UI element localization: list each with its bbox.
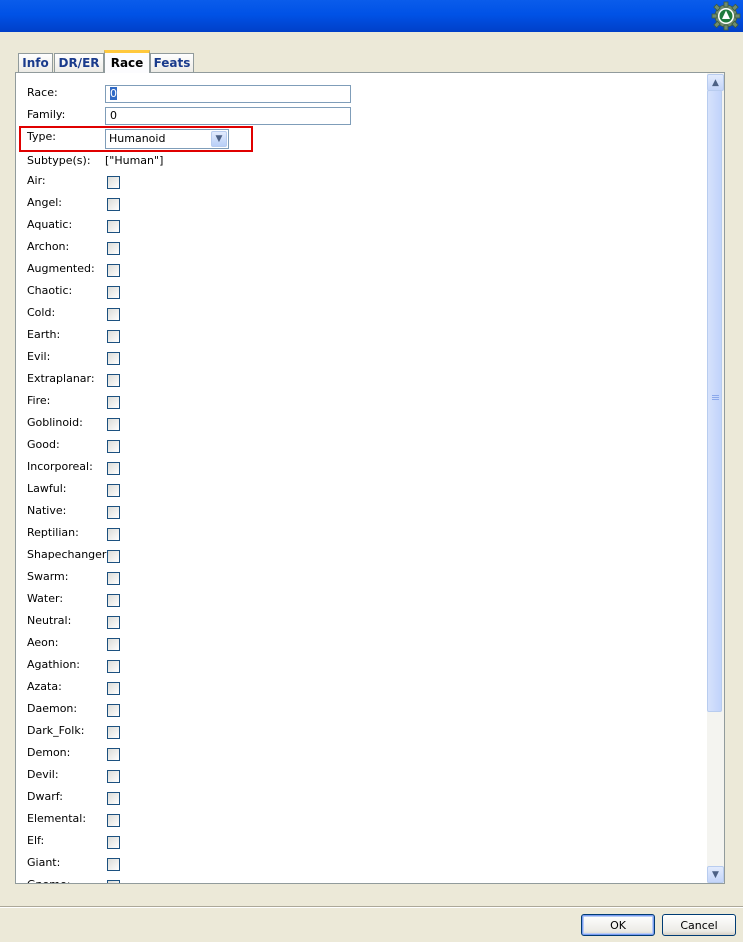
cancel-button[interactable]: Cancel (662, 914, 736, 936)
type-dropdown[interactable]: Humanoid ▼ (105, 129, 229, 149)
subtype-label: Dwarf: (27, 790, 63, 803)
subtype-label: Incorporeal: (27, 460, 93, 473)
chevron-down-icon[interactable]: ▼ (211, 131, 227, 147)
race-label: Race: (27, 86, 58, 99)
subtypes-label: Subtype(s): (27, 154, 91, 167)
subtype-checkbox[interactable] (107, 528, 120, 541)
subtype-label: Daemon: (27, 702, 78, 715)
subtype-checkbox[interactable] (107, 880, 120, 883)
race-panel: Race: 0 Family: 0 Type: Humanoid ▼ Subty… (15, 72, 725, 884)
subtypes-value: ["Human"] (105, 154, 164, 167)
thumb-grip (712, 399, 719, 400)
subtype-checkbox[interactable] (107, 616, 120, 629)
tab-feats[interactable]: Feats (150, 53, 194, 72)
subtype-label: Lawful: (27, 482, 67, 495)
subtype-checkbox[interactable] (107, 550, 120, 563)
arrow-down-icon[interactable]: ▼ (707, 866, 724, 883)
subtype-checkbox[interactable] (107, 418, 120, 431)
subtype-label: Dark_Folk: (27, 724, 85, 737)
subtype-label: Devil: (27, 768, 59, 781)
subtype-checkbox[interactable] (107, 286, 120, 299)
race-field-value: 0 (110, 87, 117, 100)
vertical-scrollbar[interactable]: ▲ ▼ (707, 73, 724, 883)
subtype-checkbox[interactable] (107, 484, 120, 497)
subtype-label: Elf: (27, 834, 45, 847)
subtype-label: Aeon: (27, 636, 59, 649)
subtype-label: Good: (27, 438, 60, 451)
race-field[interactable]: 0 (105, 85, 351, 103)
subtype-checkbox[interactable] (107, 220, 120, 233)
subtype-label: Goblinoid: (27, 416, 83, 429)
subtype-checkbox[interactable] (107, 308, 120, 321)
subtype-label: Aquatic: (27, 218, 73, 231)
type-label: Type: (27, 130, 56, 143)
subtype-checkbox[interactable] (107, 330, 120, 343)
subtype-label: Agathion: (27, 658, 80, 671)
thumb-grip (712, 397, 719, 398)
subtype-label: Gnome: (27, 878, 70, 883)
subtype-checkbox[interactable] (107, 814, 120, 827)
subtype-checkbox[interactable] (107, 176, 120, 189)
subtype-label: Azata: (27, 680, 62, 693)
subtype-label: Chaotic: (27, 284, 73, 297)
subtype-checkbox[interactable] (107, 506, 120, 519)
scrollbar-thumb[interactable] (707, 90, 722, 712)
subtype-label: Water: (27, 592, 64, 605)
subtype-checkbox[interactable] (107, 792, 120, 805)
type-dropdown-value: Humanoid (109, 132, 166, 145)
subtype-label: Angel: (27, 196, 63, 209)
arrow-up-icon[interactable]: ▲ (707, 74, 724, 91)
subtype-label: Earth: (27, 328, 61, 341)
tab-dr-er[interactable]: DR/ER (54, 53, 104, 72)
subtype-checkbox[interactable] (107, 352, 120, 365)
subtype-checkbox[interactable] (107, 858, 120, 871)
subtype-checkbox[interactable] (107, 836, 120, 849)
subtype-checkbox[interactable] (107, 396, 120, 409)
subtype-checkbox[interactable] (107, 374, 120, 387)
subtype-checkbox[interactable] (107, 462, 120, 475)
subtype-checkbox[interactable] (107, 594, 120, 607)
subtype-label: Cold: (27, 306, 56, 319)
subtype-label: Fire: (27, 394, 51, 407)
footer-separator (0, 906, 743, 908)
subtype-checkbox[interactable] (107, 770, 120, 783)
subtype-checkbox[interactable] (107, 264, 120, 277)
subtype-label: Augmented: (27, 262, 95, 275)
family-field[interactable]: 0 (105, 107, 351, 125)
subtype-checkbox[interactable] (107, 638, 120, 651)
subtype-label: Swarm: (27, 570, 69, 583)
subtype-label: Evil: (27, 350, 51, 363)
subtype-checkbox[interactable] (107, 572, 120, 585)
subtype-label: Giant: (27, 856, 61, 869)
subtype-checkbox[interactable] (107, 704, 120, 717)
thumb-grip (712, 395, 719, 396)
tab-info[interactable]: Info (18, 53, 53, 72)
tab-race[interactable]: Race (104, 50, 150, 73)
subtype-label: Reptilian: (27, 526, 79, 539)
subtype-label: Archon: (27, 240, 70, 253)
subtype-checkbox[interactable] (107, 198, 120, 211)
subtype-label: Demon: (27, 746, 71, 759)
window-title-bar (0, 0, 743, 32)
subtype-checkbox[interactable] (107, 242, 120, 255)
subtype-checkbox[interactable] (107, 682, 120, 695)
subtype-label: Extraplanar: (27, 372, 95, 385)
subtype-label: Neutral: (27, 614, 72, 627)
subtype-label: Native: (27, 504, 67, 517)
ok-button[interactable]: OK (581, 914, 655, 936)
subtype-checkbox[interactable] (107, 660, 120, 673)
subtype-label: Shapechanger: (27, 548, 110, 561)
gear-icon[interactable] (711, 1, 741, 31)
subtype-checkbox[interactable] (107, 726, 120, 739)
subtype-label: Air: (27, 174, 46, 187)
subtype-checkbox[interactable] (107, 748, 120, 761)
subtype-checkbox[interactable] (107, 440, 120, 453)
family-label: Family: (27, 108, 66, 121)
subtype-label: Elemental: (27, 812, 87, 825)
